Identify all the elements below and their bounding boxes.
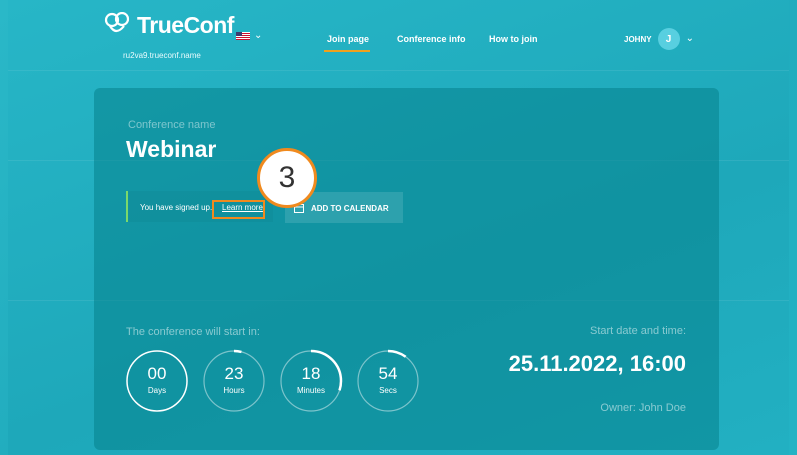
countdown-minutes-value: 18 xyxy=(301,364,321,383)
countdown-minutes-unit: Minutes xyxy=(296,386,325,395)
add-to-calendar-label: ADD TO CALENDAR xyxy=(311,204,389,213)
start-date-label: Start date and time: xyxy=(590,325,686,337)
countdown-minutes: 18 Minutes xyxy=(279,349,343,413)
us-flag-icon xyxy=(236,32,250,40)
countdown-hours: 23 Hours xyxy=(202,349,266,413)
trueconf-logo[interactable]: TrueConf xyxy=(104,11,234,39)
active-nav-indicator xyxy=(324,50,370,52)
countdown-hours-unit: Hours xyxy=(223,386,245,395)
countdown-days-unit: Days xyxy=(147,386,167,395)
logo-text: TrueConf xyxy=(137,12,234,38)
conference-name-label: Conference name xyxy=(128,119,216,131)
language-selector[interactable]: ⌄ xyxy=(236,31,262,41)
nav-how-to-join[interactable]: How to join xyxy=(489,34,538,44)
countdown-days: 00 Days xyxy=(125,349,189,413)
countdown-seconds-value: 54 xyxy=(378,364,398,383)
user-name: JOHNY xyxy=(624,34,652,44)
countdown-label: The conference will start in: xyxy=(126,326,260,338)
countdown-seconds: 54 Secs xyxy=(356,349,420,413)
conference-card: Conference name Webinar You have signed … xyxy=(94,88,719,450)
owner-text: Owner: John Doe xyxy=(600,402,686,414)
countdown-seconds-unit: Secs xyxy=(379,386,397,395)
notice-text: You have signed up. xyxy=(140,203,213,212)
chevron-down-icon: ⌄ xyxy=(685,33,694,44)
bg-wave xyxy=(8,70,789,71)
nav-join-page[interactable]: Join page xyxy=(327,34,369,44)
subdomain-text: ru2va9.trueconf.name xyxy=(123,51,201,60)
step-number-badge: 3 xyxy=(257,148,317,208)
start-date-value: 25.11.2022, 16:00 xyxy=(508,351,686,376)
user-menu[interactable]: JOHNY J ⌄ xyxy=(624,28,694,50)
avatar: J xyxy=(657,28,680,50)
chevron-down-icon: ⌄ xyxy=(254,30,263,41)
logo-icon xyxy=(104,11,134,39)
nav-conference-info[interactable]: Conference info xyxy=(397,34,466,44)
highlight-box xyxy=(212,200,265,219)
conference-name: Webinar xyxy=(126,136,217,162)
countdown-hours-value: 23 xyxy=(224,364,244,383)
countdown-days-value: 00 xyxy=(147,364,167,383)
